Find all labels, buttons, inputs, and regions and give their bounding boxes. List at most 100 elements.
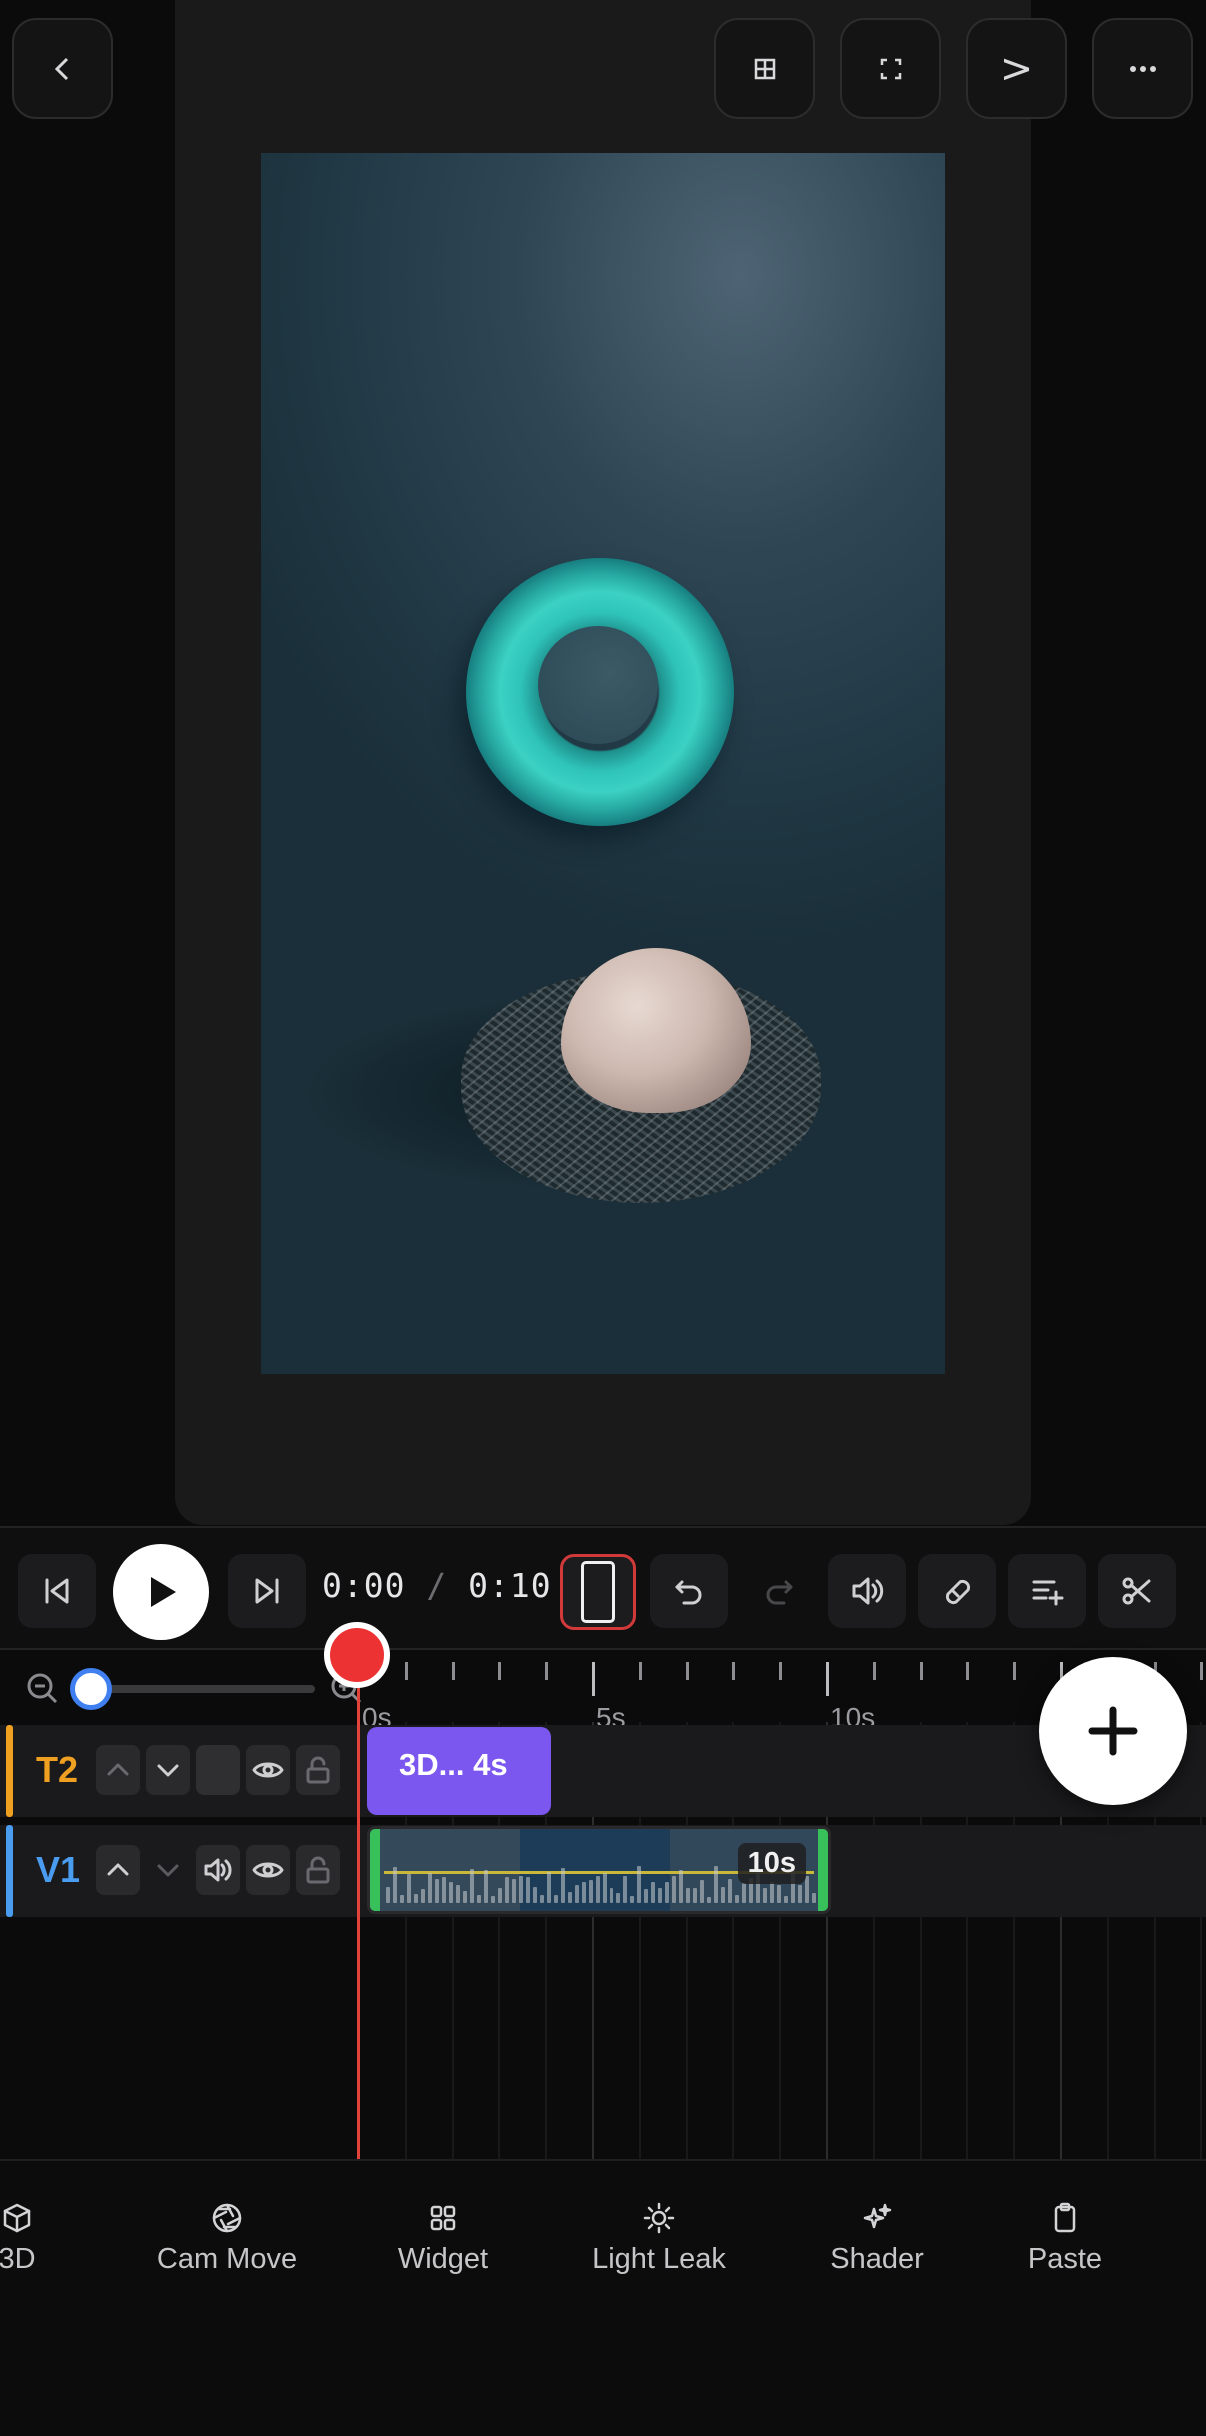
add-track-button[interactable] bbox=[1008, 1554, 1086, 1628]
zoom-slider-knob[interactable] bbox=[70, 1668, 112, 1710]
lock-track-button[interactable] bbox=[296, 1845, 340, 1895]
waveform-bar bbox=[490, 1895, 495, 1903]
ruler-major-tick bbox=[826, 1662, 829, 1696]
waveform-bar bbox=[406, 1874, 411, 1903]
widget-grid-icon bbox=[430, 2205, 456, 2231]
waveform-bar bbox=[539, 1895, 544, 1903]
layout-grid-button[interactable] bbox=[714, 18, 815, 119]
waveform-bar bbox=[763, 1888, 768, 1903]
tool-label: Paste bbox=[1027, 2243, 1103, 2275]
text-3d-clip[interactable]: 3D... 4s bbox=[367, 1727, 551, 1815]
zoom-out-button[interactable] bbox=[24, 1670, 60, 1706]
volume-button[interactable] bbox=[828, 1554, 906, 1628]
waveform-bar bbox=[770, 1881, 775, 1903]
track-placeholder-slot bbox=[196, 1745, 240, 1795]
tool-light-leak[interactable]: Light Leak bbox=[575, 2201, 743, 2291]
waveform-bar bbox=[623, 1875, 628, 1903]
chevron-up-icon bbox=[107, 1863, 129, 1876]
add-element-button[interactable] bbox=[1039, 1657, 1187, 1805]
waveform-bar bbox=[693, 1887, 698, 1903]
waveform-bar bbox=[595, 1875, 600, 1903]
waveform-bar bbox=[546, 1872, 551, 1903]
waveform-bar bbox=[511, 1879, 516, 1903]
ruler-minor-tick bbox=[919, 1662, 923, 1680]
timecode: 0:00 / 0:10 bbox=[322, 1566, 552, 1605]
next-button[interactable]: > bbox=[966, 18, 1067, 119]
bottom-toolbar: 3D Cam Move Widget Light Leak Shader Pas… bbox=[0, 2159, 1206, 2436]
ruler-minor-tick bbox=[1013, 1662, 1017, 1680]
track-row-t2[interactable]: T2 bbox=[0, 1725, 1206, 1817]
waveform-bar bbox=[434, 1878, 439, 1903]
waveform-bar bbox=[630, 1895, 635, 1903]
ruler-minor-tick bbox=[638, 1662, 642, 1680]
magnet-snap-button[interactable] bbox=[918, 1554, 996, 1628]
chevron-left-icon bbox=[54, 57, 68, 80]
fullscreen-button[interactable] bbox=[840, 18, 941, 119]
zoom-slider-track[interactable] bbox=[80, 1685, 315, 1693]
playhead-handle[interactable] bbox=[324, 1622, 390, 1688]
track-name-v1: V1 bbox=[36, 1849, 81, 1890]
undo-icon bbox=[675, 1580, 702, 1605]
waveform-bar bbox=[567, 1891, 572, 1903]
waveform-bar bbox=[637, 1865, 642, 1903]
video-preview-canvas[interactable] bbox=[261, 153, 945, 1374]
waveform-bar bbox=[518, 1876, 523, 1903]
ruler-minor-tick bbox=[966, 1662, 970, 1680]
back-button[interactable] bbox=[12, 18, 113, 119]
ruler-minor-tick bbox=[451, 1662, 455, 1680]
waveform-bar bbox=[560, 1867, 565, 1903]
video-clip[interactable]: 10s bbox=[367, 1826, 831, 1914]
waveform-bar bbox=[525, 1876, 530, 1903]
move-track-up-button[interactable] bbox=[96, 1845, 140, 1895]
waveform-bar bbox=[413, 1893, 418, 1903]
tool-cam-move[interactable]: Cam Move bbox=[143, 2201, 311, 2291]
waveform-bar bbox=[658, 1888, 663, 1903]
aspect-ratio-button[interactable] bbox=[560, 1554, 636, 1630]
more-options-button[interactable] bbox=[1092, 18, 1193, 119]
ruler-major-tick bbox=[592, 1662, 595, 1696]
waveform-bar bbox=[399, 1895, 404, 1903]
current-time: 0:00 bbox=[322, 1566, 406, 1605]
skip-start-icon bbox=[45, 1578, 69, 1604]
waveform-bar bbox=[714, 1865, 719, 1903]
clip-trim-handle-right[interactable] bbox=[818, 1829, 828, 1911]
skip-end-icon bbox=[255, 1578, 279, 1604]
tool-3d[interactable]: 3D bbox=[0, 2201, 52, 2291]
ruler-minor-tick bbox=[685, 1662, 689, 1680]
waveform-bar bbox=[386, 1887, 390, 1903]
waveform-bar bbox=[581, 1882, 586, 1903]
sun-icon bbox=[643, 2202, 675, 2234]
grid-icon bbox=[754, 58, 775, 79]
clip-trim-handle-left[interactable] bbox=[370, 1829, 380, 1911]
tool-label: Light Leak bbox=[592, 2243, 726, 2275]
redo-button[interactable] bbox=[740, 1554, 818, 1628]
undo-button[interactable] bbox=[650, 1554, 728, 1628]
tool-shader[interactable]: Shader bbox=[812, 2201, 942, 2291]
total-time: 0:10 bbox=[468, 1566, 552, 1605]
tool-paste[interactable]: Paste bbox=[1010, 2201, 1120, 2291]
move-track-down-button[interactable] bbox=[146, 1845, 190, 1895]
split-cut-button[interactable] bbox=[1098, 1554, 1176, 1628]
move-track-down-button[interactable] bbox=[146, 1745, 190, 1795]
toggle-visibility-button[interactable] bbox=[246, 1745, 290, 1795]
move-track-up-button[interactable] bbox=[96, 1745, 140, 1795]
skip-to-end-button[interactable] bbox=[228, 1554, 306, 1628]
play-button[interactable] bbox=[113, 1544, 209, 1640]
track-audio-button[interactable] bbox=[196, 1845, 240, 1895]
lock-track-button[interactable] bbox=[296, 1745, 340, 1795]
waveform-bar bbox=[532, 1886, 537, 1903]
eye-icon bbox=[252, 1862, 284, 1878]
waveform-bar bbox=[616, 1893, 621, 1903]
tool-widget[interactable]: Widget bbox=[378, 2201, 508, 2291]
play-icon bbox=[151, 1577, 176, 1607]
portrait-frame-icon bbox=[581, 1561, 615, 1623]
waveform-bar bbox=[420, 1889, 425, 1903]
waveform-bar bbox=[497, 1887, 502, 1903]
ruler-minor-tick bbox=[779, 1662, 783, 1680]
skip-to-start-button[interactable] bbox=[18, 1554, 96, 1628]
waveform-bar bbox=[483, 1870, 488, 1903]
toggle-visibility-button[interactable] bbox=[246, 1845, 290, 1895]
waveform-bar bbox=[427, 1872, 432, 1903]
chevron-down-icon bbox=[157, 1764, 179, 1777]
zoom-control bbox=[0, 1652, 362, 1722]
